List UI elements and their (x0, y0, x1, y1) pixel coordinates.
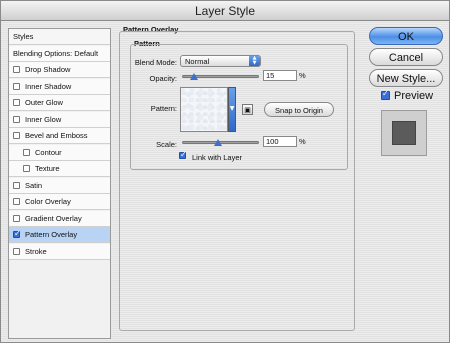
styles-item-contour[interactable]: Contour (9, 145, 110, 161)
styles-item-checkbox[interactable] (13, 198, 20, 205)
styles-item-inner-shadow[interactable]: Inner Shadow (9, 79, 110, 95)
blend-mode-value: Normal (185, 57, 210, 66)
styles-item-blending-options-default[interactable]: Blending Options: Default (9, 46, 110, 62)
styles-item-checkbox[interactable] (13, 215, 20, 222)
styles-item-gradient-overlay[interactable]: Gradient Overlay (9, 211, 110, 227)
snap-to-origin-button[interactable]: Snap to Origin (264, 102, 334, 117)
layer-style-dialog: Layer Style Styles Blending Options: Def… (0, 0, 450, 343)
scale-unit: % (299, 137, 306, 146)
styles-item-inner-glow[interactable]: Inner Glow (9, 112, 110, 128)
styles-item-stroke[interactable]: Stroke (9, 244, 110, 260)
styles-item-checkbox[interactable] (23, 165, 30, 172)
opacity-input[interactable]: 15 (263, 70, 297, 81)
styles-header[interactable]: Styles (9, 29, 110, 45)
link-with-layer-checkbox[interactable] (179, 150, 187, 159)
styles-item-checkbox[interactable] (13, 248, 20, 255)
opacity-unit: % (299, 71, 306, 80)
styles-item-bevel-and-emboss[interactable]: Bevel and Emboss (9, 128, 110, 144)
ok-label: OK (398, 31, 414, 43)
select-arrows-icon: ▲ ▼ (249, 56, 260, 66)
styles-item-satin[interactable]: Satin (9, 178, 110, 194)
styles-list: Styles Blending Options: Default Drop Sha… (8, 28, 111, 339)
opacity-label: Opacity: (149, 74, 177, 83)
snap-to-origin-label: Snap to Origin (275, 106, 323, 115)
styles-item-color-overlay[interactable]: Color Overlay (9, 194, 110, 210)
blend-mode-label: Blend Mode: (134, 58, 177, 67)
cancel-button[interactable]: Cancel (369, 48, 443, 66)
styles-item-label: Gradient Overlay (25, 214, 82, 223)
new-style-label: New Style... (376, 73, 436, 85)
styles-item-label: Drop Shadow (25, 65, 71, 74)
styles-item-outer-glow[interactable]: Outer Glow (9, 95, 110, 111)
styles-header-label: Styles (13, 32, 34, 41)
styles-item-label: Inner Shadow (25, 82, 72, 91)
preview-swatch (392, 121, 416, 145)
new-preset-button[interactable]: ▣ (242, 104, 253, 115)
styles-item-label: Contour (35, 148, 62, 157)
styles-item-pattern-overlay[interactable]: Pattern Overlay (9, 227, 110, 243)
new-style-button[interactable]: New Style... (369, 69, 443, 87)
styles-item-label: Blending Options: Default (13, 49, 99, 58)
styles-item-label: Texture (35, 164, 60, 173)
pattern-label: Pattern: (150, 104, 177, 113)
link-with-layer-label: Link with Layer (192, 153, 243, 162)
scale-slider-thumb[interactable] (214, 139, 222, 146)
chevron-down-icon: ▼ (229, 105, 235, 112)
preview-label: Preview (394, 90, 434, 102)
styles-item-checkbox[interactable] (13, 229, 21, 238)
scale-input[interactable]: 100 (263, 136, 297, 147)
title-bar[interactable]: Layer Style (1, 1, 449, 21)
scale-label: Scale: (156, 140, 177, 149)
preview-checkbox[interactable] (381, 89, 390, 100)
window-title: Layer Style (194, 4, 256, 18)
styles-item-checkbox[interactable] (13, 116, 20, 123)
styles-item-checkbox[interactable] (13, 66, 20, 73)
styles-item-checkbox[interactable] (13, 182, 20, 189)
styles-item-label: Inner Glow (25, 115, 62, 124)
styles-item-checkbox[interactable] (13, 83, 20, 90)
styles-item-label: Pattern Overlay (25, 230, 78, 239)
style-preview (381, 110, 427, 156)
styles-item-label: Stroke (25, 247, 47, 256)
new-preset-icon: ▣ (244, 106, 251, 114)
cancel-label: Cancel (388, 52, 424, 64)
styles-item-label: Satin (25, 181, 43, 190)
styles-item-drop-shadow[interactable]: Drop Shadow (9, 62, 110, 78)
pattern-menu-arrow[interactable]: ▼ (228, 87, 236, 132)
styles-item-label: Bevel and Emboss (25, 131, 88, 140)
styles-item-texture[interactable]: Texture (9, 161, 110, 177)
styles-item-label: Color Overlay (25, 197, 71, 206)
styles-item-checkbox[interactable] (13, 132, 20, 139)
styles-item-checkbox[interactable] (13, 99, 20, 106)
blend-mode-select[interactable]: Normal ▲ ▼ (180, 55, 261, 67)
ok-button[interactable]: OK (369, 27, 443, 45)
pattern-swatch[interactable] (180, 87, 228, 132)
opacity-slider-thumb[interactable] (189, 73, 198, 80)
styles-item-label: Outer Glow (25, 98, 63, 107)
styles-item-checkbox[interactable] (23, 149, 30, 156)
